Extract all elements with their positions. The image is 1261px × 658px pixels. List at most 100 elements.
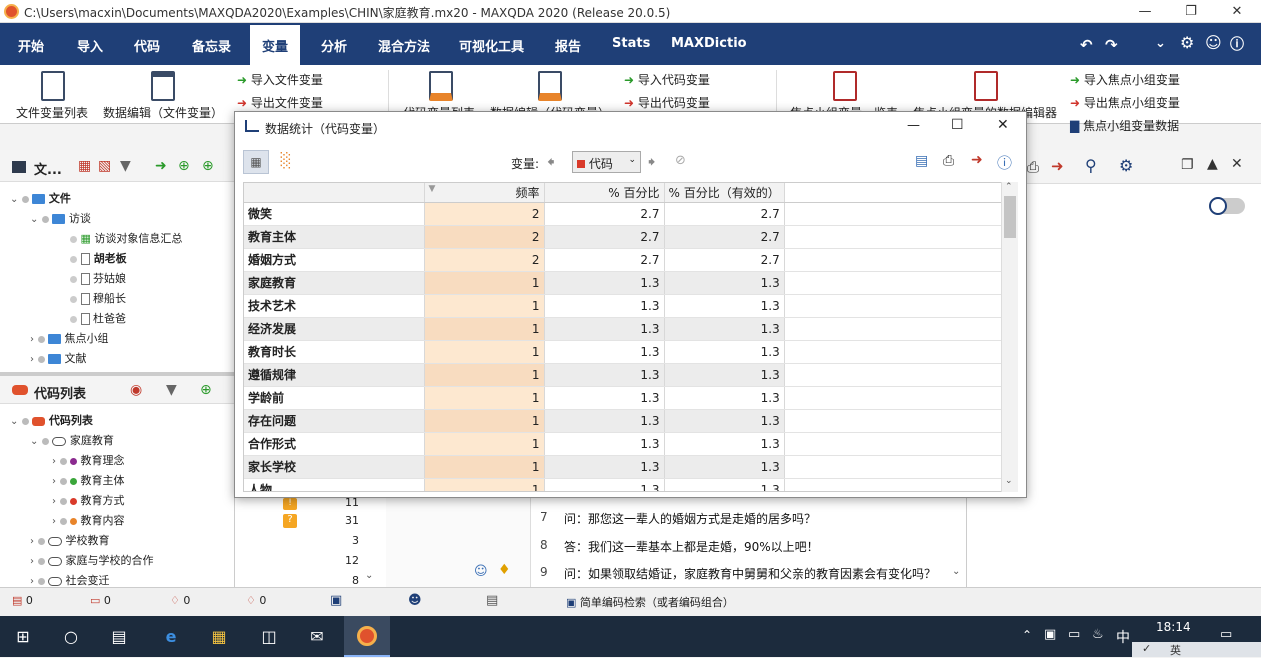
column-header-percent[interactable]: % 百分比 (544, 183, 665, 203)
tree-group-interviews[interactable]: ⌄ 访谈 (30, 210, 91, 230)
mail-icon[interactable]: ✉ (304, 624, 330, 650)
new-doc-icon[interactable]: ▦ (78, 158, 91, 174)
display-icon[interactable]: ▭ (1068, 627, 1080, 642)
dialog-maximize-button[interactable]: ☐ (951, 117, 964, 133)
filter-icon[interactable]: ▼ (166, 382, 177, 398)
import-file-var-button[interactable]: ➜ 导入文件变量 (237, 71, 323, 88)
code-item[interactable]: ⌄ 家庭教育 (30, 432, 114, 452)
focus-stats-button[interactable]: ▇ 焦点小组变量数据 (1070, 117, 1179, 134)
scroll-down-icon[interactable]: ⌄ (365, 570, 373, 581)
export-icon[interactable]: ➜ (1051, 157, 1064, 175)
arrow-left-icon[interactable]: 🠸 (547, 152, 555, 177)
menu-codes[interactable]: 代码 (134, 36, 160, 55)
new-code-icon[interactable]: ◉ (130, 382, 142, 398)
status-codes[interactable]: ▭ 0 (90, 594, 111, 607)
menu-variables[interactable]: 变量 (262, 36, 288, 55)
table-row[interactable]: 教育主体 2 2.7 2.7 (244, 225, 1003, 249)
search-icon[interactable]: ⚲ (1085, 156, 1097, 175)
ime-lang[interactable]: 英 (1170, 642, 1181, 658)
table-row[interactable]: 技术艺术 1 1.3 1.3 (244, 294, 1003, 318)
menu-stats[interactable]: Stats (612, 36, 650, 51)
file-explorer-icon[interactable]: ▦ (206, 624, 232, 650)
table-row[interactable]: 学龄前 1 1.3 1.3 (244, 386, 1003, 410)
add-group-icon[interactable]: ⊕ (202, 158, 214, 174)
menu-memos[interactable]: 备忘录 (192, 36, 231, 55)
help-icon[interactable]: ⓘ (1230, 34, 1244, 54)
table-row[interactable]: 遵循规律 1 1.3 1.3 (244, 363, 1003, 387)
tree-root-codes[interactable]: ⌄ 代码列表 (10, 412, 93, 432)
undo-icon[interactable]: ↶ (1080, 36, 1093, 54)
export-icon[interactable]: ➜ (971, 152, 983, 168)
maxqda-taskbar-button[interactable] (344, 616, 390, 657)
menu-visual-tools[interactable]: 可视化工具 (459, 36, 524, 55)
task-view-icon[interactable]: ▤ (106, 624, 132, 650)
paragraph-text[interactable]: 问：那您这一辈人的婚姻方式是走婚的居多吗？ (564, 510, 816, 527)
restore-button[interactable]: ❐ (1168, 0, 1214, 23)
menu-mixed-methods[interactable]: 混合方法 (378, 36, 430, 55)
tree-doc-item[interactable]: 杜爸爸 (70, 310, 126, 330)
notification-icon[interactable]: ▭ (1220, 627, 1232, 642)
file-variable-list-button[interactable]: 文件变量列表 (16, 104, 88, 121)
code-item[interactable]: › 教育内容 (52, 512, 125, 532)
import-code-var-button[interactable]: ➜ 导入代码变量 (624, 71, 710, 88)
tree-doc-item[interactable]: 胡老板 (70, 250, 127, 270)
info-icon[interactable]: ⓘ (997, 152, 1012, 173)
code-item[interactable]: › 教育主体 (52, 472, 125, 492)
add-doc-icon[interactable]: ⊕ (178, 158, 190, 174)
status-docs[interactable]: ▤ 0 (12, 594, 33, 607)
document-add-icon[interactable]: ▤ (486, 593, 498, 608)
scroll-down-icon[interactable]: ⌄ (1005, 476, 1013, 486)
paragraph-text[interactable]: 问：如果领取结婚证，家庭教育中舅舅和父亲的教育因素会有变化吗？ (564, 565, 944, 585)
table-row[interactable]: 人物 1 1.3 1.3 (244, 478, 1003, 491)
retrieval-mode[interactable]: ▣ 简单编码检索（或者编码组合） (566, 594, 734, 610)
window-icon[interactable]: ❐ (1181, 157, 1194, 173)
code-item[interactable]: › 学校教育 (30, 532, 110, 552)
export-code-var-button[interactable]: ➜ 导出代码变量 (624, 94, 710, 111)
lock-icon[interactable]: ▣ (330, 593, 342, 608)
collapse-icon[interactable]: ▲ (1207, 156, 1218, 172)
table-row[interactable]: 经济发展 1 1.3 1.3 (244, 317, 1003, 341)
ime-icon[interactable]: ✓ (1142, 642, 1151, 655)
data-editor-file-button[interactable]: 数据编辑（文件变量） (103, 104, 223, 121)
clock[interactable]: 18:14 (1156, 620, 1191, 634)
export-focus-button[interactable]: ➜ 导出焦点小组变量 (1070, 94, 1180, 111)
redo-icon[interactable]: ↷ (1105, 36, 1118, 54)
gear-icon[interactable]: ⚙ (1180, 33, 1194, 52)
print-icon[interactable]: ⎙ (1027, 158, 1039, 176)
import-doc-icon[interactable]: ▧ (98, 158, 111, 174)
menu-import[interactable]: 导入 (77, 36, 103, 55)
start-icon[interactable]: ⊞ (10, 624, 36, 650)
add-code-icon[interactable]: ⊕ (200, 382, 212, 398)
scroll-up-icon[interactable]: ⌃ (1005, 182, 1013, 192)
status-memos[interactable]: ♢ 0 (170, 594, 190, 607)
variable-select[interactable]: 代码 ⌄ (572, 151, 641, 173)
code-item[interactable]: › 社会变迁 (30, 572, 110, 586)
tree-doc-item[interactable]: 穆船长 (70, 290, 126, 310)
code-item[interactable]: › 教育方式 (52, 492, 125, 512)
column-header-frequency[interactable]: ▼ 频率 (424, 183, 545, 203)
table-view-icon[interactable]: ▦ (243, 150, 269, 174)
people-icon[interactable]: ☺ (474, 564, 488, 579)
smiley-icon[interactable]: ☺ (1205, 33, 1222, 52)
table-row[interactable]: 家庭教育 1 1.3 1.3 (244, 271, 1003, 295)
table-row[interactable]: 教育时长 1 1.3 1.3 (244, 340, 1003, 364)
table-row[interactable]: 微笑 2 2.7 2.7 (244, 202, 1003, 226)
copy-icon[interactable]: ▤ (915, 153, 928, 169)
table-row[interactable]: 存在问题 1 1.3 1.3 (244, 409, 1003, 433)
memo-icon[interactable]: ! (283, 498, 297, 510)
coding-icon[interactable]: ♦ (498, 562, 511, 578)
tree-doc-item[interactable]: ▦ 访谈对象信息汇总 (70, 230, 182, 250)
ime-indicator[interactable]: 中 (1116, 627, 1130, 647)
close-icon[interactable]: ✕ (1231, 156, 1243, 172)
menu-analysis[interactable]: 分析 (321, 36, 347, 55)
code-item[interactable]: › 教育理念 (52, 452, 125, 472)
gear-icon[interactable]: ⚙ (1119, 156, 1133, 175)
menu-maxdictio[interactable]: MAXDictio (671, 36, 747, 51)
activate-icon[interactable]: ➜ (155, 158, 167, 174)
print-icon[interactable]: ⎙ (943, 153, 954, 169)
scrollbar-thumb[interactable] (1004, 196, 1016, 238)
chevron-up-icon[interactable]: ⌃ (1022, 628, 1032, 642)
table-row[interactable]: 家长学校 1 1.3 1.3 (244, 455, 1003, 479)
dialog-close-button[interactable]: ✕ (997, 117, 1009, 133)
tree-group-other[interactable]: › 文献 (30, 350, 87, 364)
